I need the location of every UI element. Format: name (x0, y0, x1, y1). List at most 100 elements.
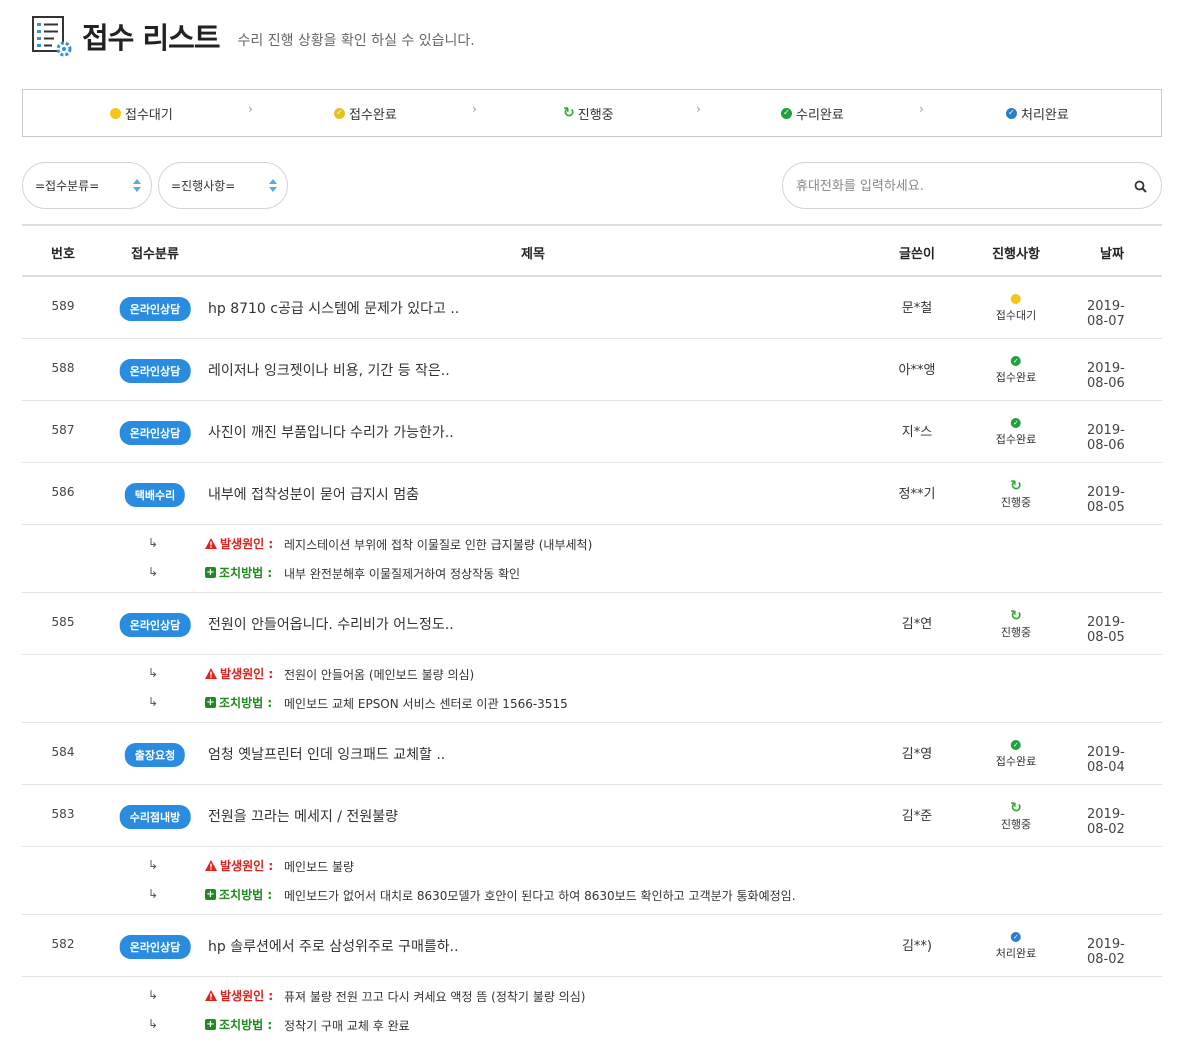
row-writer: 김*연 (901, 617, 933, 632)
search-icon[interactable] (1134, 180, 1147, 193)
table-row[interactable]: 587 온라인상담 사진이 깨진 부품입니다 수리가 가능한가.. 지*스 ✓ 접수완료 2… (22, 401, 1162, 463)
status-indicator: ✓ 접수완료 (996, 740, 1036, 769)
table-row[interactable]: 588 온라인상담 레이저나 잉크젯이나 비용, 기간 등 작은.. 아**앵 ✓ 접수완… (22, 339, 1162, 401)
status-indicator: ↻ 진행중 (1000, 801, 1032, 832)
cause-label-text: 발생원인 : (220, 859, 274, 873)
row-number: 588 (51, 361, 75, 375)
check-circle-icon: ✓ (1006, 107, 1017, 119)
status-indicator: ↻ 진행중 (1000, 608, 1032, 640)
chevron-right-icon: › (248, 102, 253, 116)
cause-text: 퓨져 불량 전원 끄고 다시 켜세요 액정 뜸 (정착기 불량 의심) (284, 990, 586, 1004)
action-label: + 조치방법 : (205, 564, 272, 581)
row-detail: ↳ 발생원인 : 퓨져 불량 전원 끄고 다시 켜세요 액정 뜸 (정착기 불량 의… (22, 977, 1162, 1042)
step-repaired: ✓ 수리완료 (781, 90, 844, 136)
row-title-link[interactable]: 엄청 옛날프린터 인데 잉크패드 교체할 .. (208, 744, 445, 764)
col-date: 날짜 (1100, 247, 1124, 262)
reply-arrow-icon: ↳ (148, 858, 159, 872)
refresh-icon: ↻ (563, 105, 575, 121)
category-badge: 온라인상담 (119, 359, 191, 383)
table-row[interactable]: 585 온라인상담 전원이 안들어옵니다. 수리비가 어느정도.. 김*연 ↻ 진행중 20… (22, 593, 1162, 655)
table-row[interactable]: 583 수리점내방 전원을 끄라는 메세지 / 전원불량 김*준 ↻ 진행중 2019-08… (22, 785, 1162, 847)
step-label: 수리완료 (796, 107, 844, 123)
action-text: 메인보드가 없어서 대치로 8630모델가 호안이 된다고 하여 8630보드 … (284, 889, 796, 903)
check-circle-icon: ✓ (1010, 740, 1021, 750)
row-title-link[interactable]: 내부에 접착성분이 묻어 급지시 멈춤 (208, 484, 419, 504)
row-title-link[interactable]: 레이저나 잉크젯이나 비용, 기간 등 작은.. (208, 360, 450, 380)
action-label: + 조치방법 : (205, 886, 272, 903)
status-label: 접수완료 (995, 371, 1037, 384)
row-date: 2019-08-06 (1087, 361, 1125, 391)
row-number: 583 (51, 807, 75, 821)
action-label: + 조치방법 : (205, 1016, 272, 1033)
table-row[interactable]: 584 출장요청 엄청 옛날프린터 인데 잉크패드 교체할 .. 김*영 ✓ 접수완료 20… (22, 723, 1162, 785)
page-subtitle: 수리 진행 상황을 확인 하실 수 있습니다. (237, 33, 475, 49)
refresh-icon: ↻ (1010, 608, 1022, 624)
progress-steps: 접수대기 › ✓ 접수완료 › ↻ 진행중 › ✓ 수리완료 › ✓ 처리완료 (22, 89, 1162, 137)
row-title-link[interactable]: 사진이 깨진 부품입니다 수리가 가능한가.. (208, 422, 454, 442)
table-row[interactable]: 586 택배수리 내부에 접착성분이 묻어 급지시 멈춤 정**기 ↻ 진행중 2019-0… (22, 463, 1162, 525)
search-box (782, 162, 1162, 209)
status-select[interactable]: =진행사항= (158, 162, 288, 209)
row-number: 585 (51, 615, 75, 629)
check-circle-icon: ✓ (334, 107, 345, 119)
col-writer: 글쓴이 (899, 247, 935, 262)
row-number: 586 (51, 485, 75, 499)
cause-label-text: 발생원인 : (220, 667, 274, 681)
cause-text: 메인보드 불량 (284, 860, 355, 874)
cause-label-text: 발생원인 : (220, 537, 274, 551)
reply-arrow-icon: ↳ (148, 988, 159, 1002)
step-label: 접수완료 (349, 107, 397, 123)
action-line: ↳ + 조치방법 : 메인보드가 없어서 대치로 8630모델가 호안이 된다고 하여… (22, 886, 1162, 904)
row-title-link[interactable]: hp 8710 c공급 시스템에 문제가 있다고 .. (208, 298, 459, 318)
action-line: ↳ + 조치방법 : 메인보드 교체 EPSON 서비스 센터로 이관 1566-35… (22, 694, 1162, 712)
row-detail: ↳ 발생원인 : 메인보드 불량 ↳ + 조치방법 : 메인보드가 없어서 대치로 8630… (22, 847, 1162, 915)
check-circle-icon: ✓ (1010, 418, 1021, 428)
col-title: 제목 (521, 247, 545, 262)
row-writer: 문*철 (901, 301, 933, 316)
action-label-text: 조치방법 : (219, 888, 273, 902)
status-label: 진행중 (1000, 818, 1032, 831)
table-row[interactable]: 589 온라인상담 hp 8710 c공급 시스템에 문제가 있다고 .. 문*철 접수… (22, 277, 1162, 339)
cause-text: 레지스테이션 부위에 접착 이물질로 인한 급지불량 (내부세척) (284, 538, 593, 552)
cause-line: ↳ 발생원인 : 전원이 안들어옴 (메인보드 불량 의심) (22, 665, 1162, 683)
check-circle-icon: ✓ (1010, 356, 1021, 366)
row-writer: 김*영 (901, 747, 933, 762)
select-arrows-icon (133, 178, 141, 194)
category-select[interactable]: =접수분류= (22, 162, 152, 209)
row-title-link[interactable]: 전원이 안들어옵니다. 수리비가 어느정도.. (208, 614, 454, 634)
row-date: 2019-08-05 (1087, 615, 1125, 645)
page-title: 접수 리스트 (82, 21, 220, 55)
action-text: 정착기 구매 교체 후 완료 (284, 1019, 410, 1033)
status-label: 진행중 (1000, 626, 1032, 639)
row-date: 2019-08-05 (1087, 485, 1125, 515)
category-badge: 수리점내방 (119, 805, 191, 829)
action-line: ↳ + 조치방법 : 정착기 구매 교체 후 완료 (22, 1016, 1162, 1034)
plus-square-icon: + (205, 567, 216, 578)
row-date: 2019-08-06 (1087, 423, 1125, 453)
chevron-right-icon: › (472, 102, 477, 116)
chevron-right-icon: › (696, 102, 701, 116)
status-select-value: =진행사항= (171, 179, 236, 193)
action-text: 내부 완전분해후 이물질제거하여 정상작동 확인 (284, 567, 521, 581)
action-label-text: 조치방법 : (219, 1018, 273, 1032)
reply-arrow-icon: ↳ (148, 887, 159, 901)
row-date: 2019-08-07 (1087, 299, 1125, 329)
check-circle-icon: ✓ (1010, 932, 1021, 942)
category-badge: 출장요청 (124, 743, 186, 767)
table-body: 589 온라인상담 hp 8710 c공급 시스템에 문제가 있다고 .. 문*철 접수… (22, 277, 1162, 1042)
row-title-link[interactable]: hp 솔루션에서 주로 삼성위주로 구매를하.. (208, 936, 459, 956)
row-title-link[interactable]: 전원을 끄라는 메세지 / 전원불량 (208, 806, 398, 826)
action-line: ↳ + 조치방법 : 내부 완전분해후 이물질제거하여 정상작동 확인 (22, 564, 1162, 582)
refresh-icon: ↻ (1010, 478, 1022, 494)
reply-arrow-icon: ↳ (148, 536, 159, 550)
action-label: + 조치방법 : (205, 694, 272, 711)
cause-text: 전원이 안들어옴 (메인보드 불량 의심) (284, 668, 475, 682)
category-badge: 온라인상담 (119, 421, 191, 445)
warning-icon (205, 860, 217, 871)
reply-arrow-icon: ↳ (148, 1017, 159, 1031)
status-label: 접수대기 (995, 309, 1037, 322)
status-label: 진행중 (1000, 496, 1032, 509)
phone-search-input[interactable] (796, 176, 1116, 196)
cause-label: 발생원인 : (205, 535, 273, 552)
table-row[interactable]: 582 온라인상담 hp 솔루션에서 주로 삼성위주로 구매를하.. 김**) ✓ 처리완… (22, 915, 1162, 977)
